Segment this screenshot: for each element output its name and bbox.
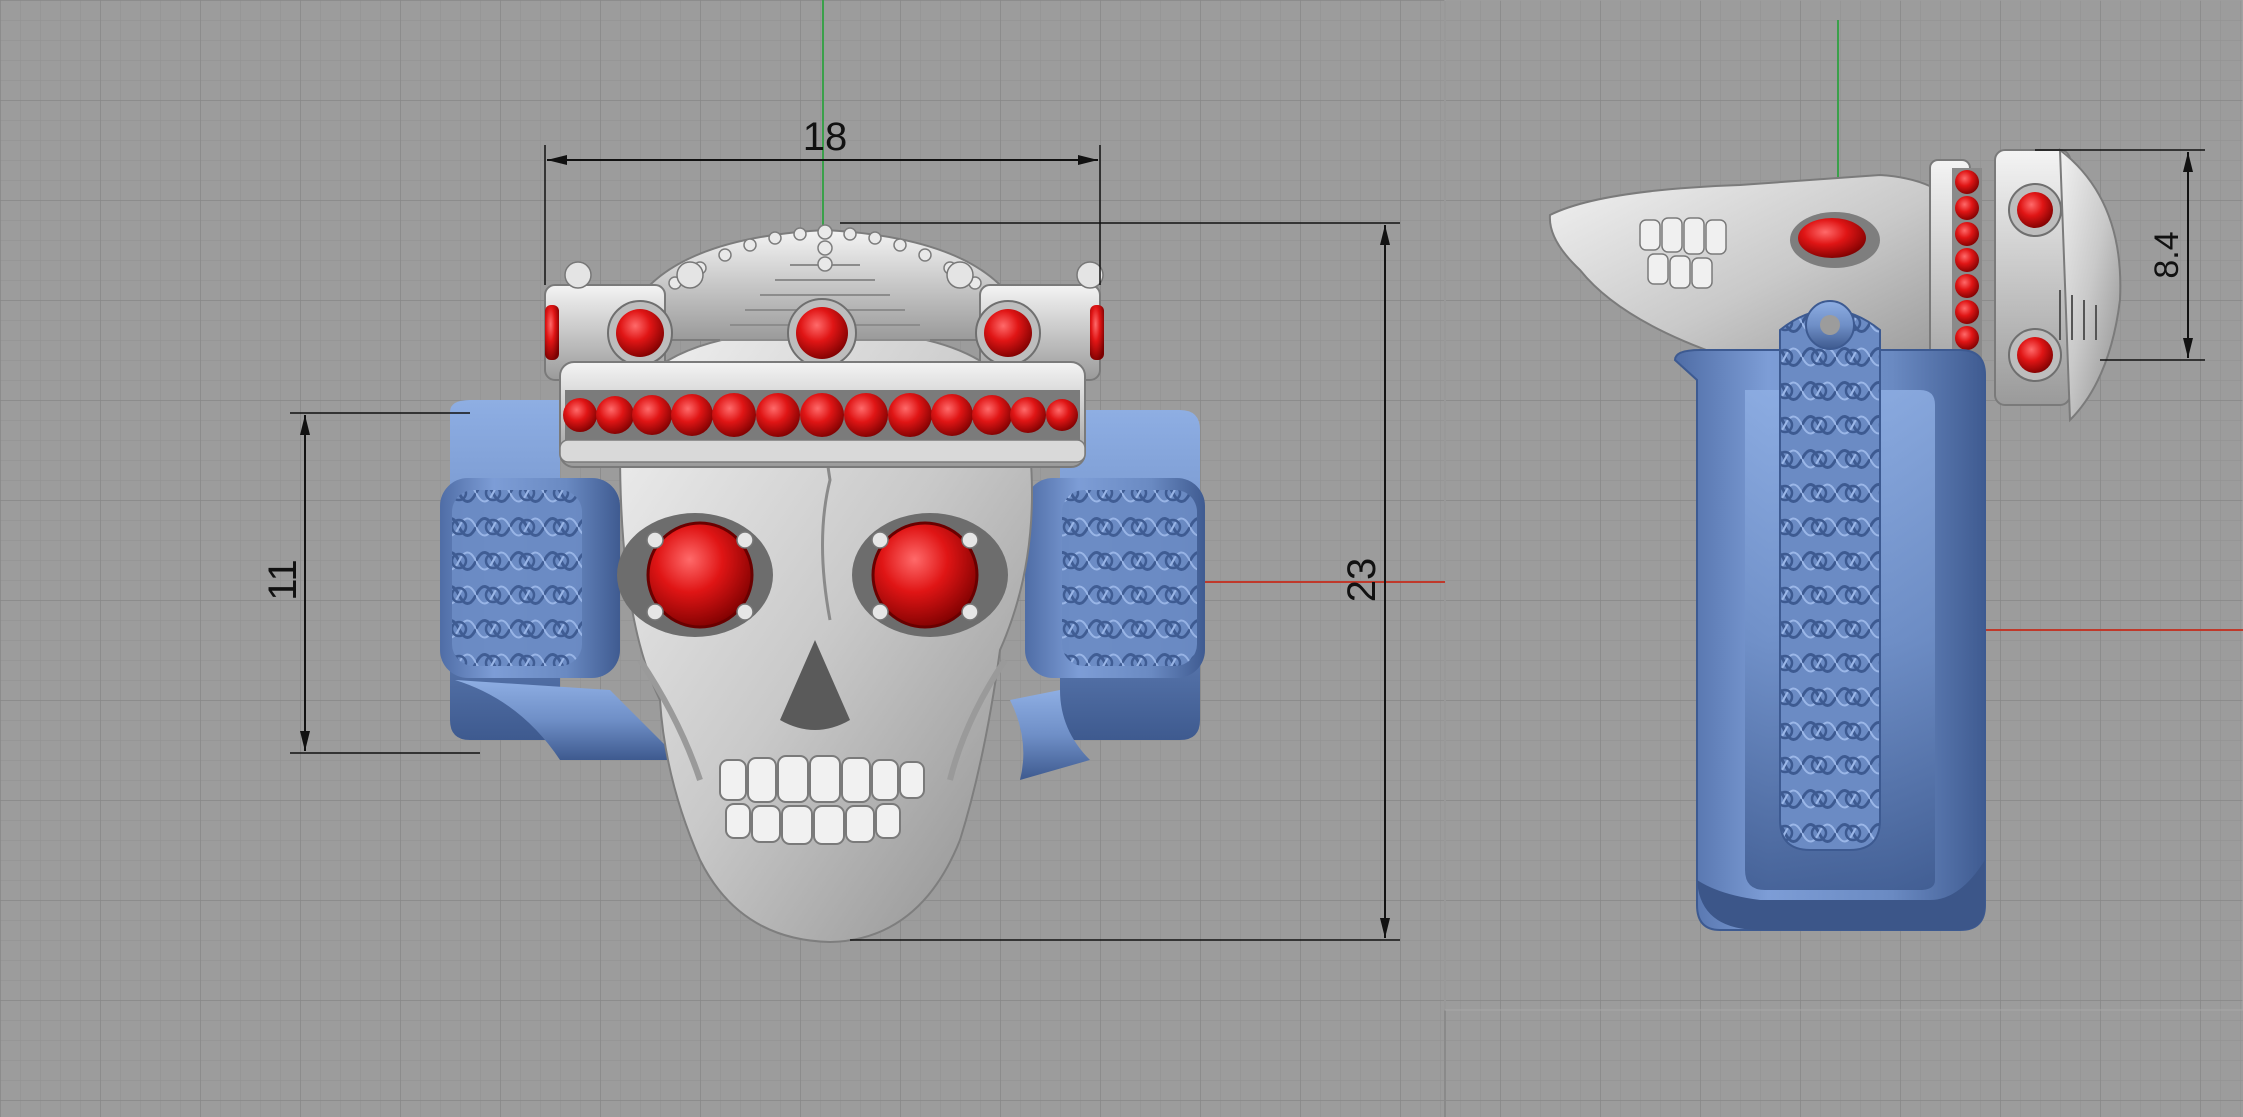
dimension-width-label: 18 [803,115,848,159]
dimension-total-height-label: 23 [1340,558,1384,603]
teeth [719,755,925,845]
viewport-canvas: 18 23 11 8.4 [0,0,2243,1117]
crown-band-gems [563,393,1078,437]
dimension-crown-height-label: 8.4 [2148,231,2186,278]
cad-workspace: 18 23 11 8.4 [0,0,2243,1117]
band-side [1673,300,1986,931]
dimension-band-height-label: 11 [261,559,305,601]
